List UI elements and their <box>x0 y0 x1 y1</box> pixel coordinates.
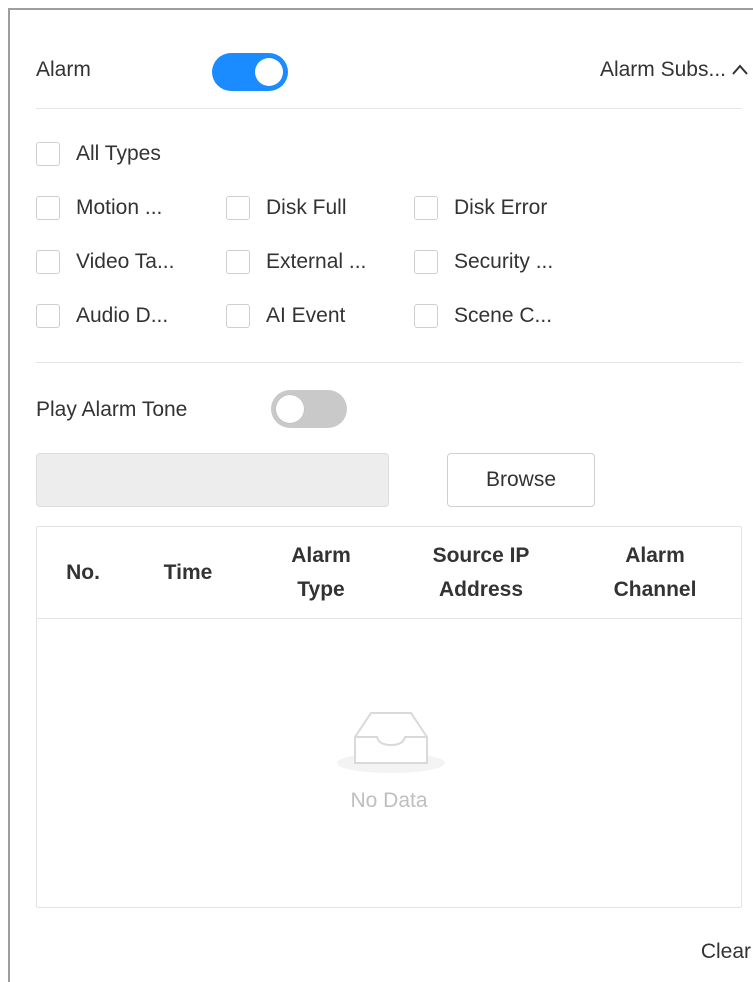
checkbox-box[interactable] <box>36 196 60 220</box>
play-alarm-tone-label: Play Alarm Tone <box>36 398 188 421</box>
alarm-label: Alarm <box>36 58 91 81</box>
checkbox-disk-full[interactable]: Disk Full <box>226 193 414 223</box>
table-header: No. Time Alarm Type Source IP Address Al… <box>37 527 741 619</box>
column-header-source-ip: Source IP Address <box>395 527 567 619</box>
checkbox-audio-detection[interactable]: Audio D... <box>36 301 226 331</box>
browse-button[interactable]: Browse <box>447 453 595 507</box>
checkbox-label: Motion ... <box>76 196 163 219</box>
checkbox-box[interactable] <box>414 250 438 274</box>
column-header-alarm-type: Alarm Type <box>247 527 395 619</box>
checkbox-label: Disk Full <box>266 196 347 219</box>
checkbox-motion-detection[interactable]: Motion ... <box>36 193 226 223</box>
checkbox-box[interactable] <box>414 304 438 328</box>
column-header-text: Time <box>163 561 213 584</box>
alarm-tone-file-field[interactable] <box>36 453 389 507</box>
checkbox-label: External ... <box>266 250 367 273</box>
checkbox-label: Scene C... <box>454 304 553 327</box>
checkbox-row-all: All Types <box>36 139 161 169</box>
checkbox-box[interactable] <box>414 196 438 220</box>
column-header-text: Source IP <box>432 544 530 567</box>
chevron-up-icon <box>732 64 748 75</box>
checkbox-row: Video Ta... External ... Security ... <box>36 247 614 277</box>
toggle-knob <box>276 395 304 423</box>
checkbox-ai-event[interactable]: AI Event <box>226 301 414 331</box>
checkbox-box[interactable] <box>36 142 60 166</box>
clear-button[interactable]: Clear <box>701 940 751 964</box>
column-header-alarm-channel: Alarm Channel <box>567 527 743 619</box>
empty-state-text: No Data <box>350 789 428 812</box>
alarm-header-row: Alarm Alarm Subs... <box>36 48 748 94</box>
checkbox-row: Motion ... Disk Full Disk Error <box>36 193 614 223</box>
alarm-subscription-collapse[interactable]: Alarm Subs... <box>600 58 750 82</box>
checkbox-disk-error[interactable]: Disk Error <box>414 193 614 223</box>
checkbox-row: Audio D... AI Event Scene C... <box>36 301 614 331</box>
alarm-panel: Alarm Alarm Subs... All Types Motion ...… <box>10 10 753 982</box>
checkbox-video-tampering[interactable]: Video Ta... <box>36 247 226 277</box>
checkbox-box[interactable] <box>36 250 60 274</box>
column-header-time: Time <box>129 527 247 619</box>
checkbox-box[interactable] <box>226 250 250 274</box>
toggle-knob <box>255 58 283 86</box>
column-header-text: Alarm <box>625 544 685 567</box>
alarm-subscription-label: Alarm Subs... <box>599 58 726 81</box>
checkbox-label: AI Event <box>266 304 346 327</box>
checkbox-box[interactable] <box>226 196 250 220</box>
column-header-text: Alarm <box>291 544 351 567</box>
checkbox-all-types[interactable]: All Types <box>36 139 161 169</box>
divider <box>36 362 742 363</box>
checkbox-scene-change[interactable]: Scene C... <box>414 301 614 331</box>
checkbox-box[interactable] <box>226 304 250 328</box>
alarm-table: No. Time Alarm Type Source IP Address Al… <box>36 526 742 908</box>
column-header-text: Channel <box>613 578 697 601</box>
column-header-no: No. <box>37 527 129 619</box>
checkbox-label: Video Ta... <box>76 250 175 273</box>
empty-inbox-icon <box>337 712 445 773</box>
divider <box>36 108 742 109</box>
alarm-toggle[interactable] <box>212 53 288 91</box>
checkbox-label: Disk Error <box>454 196 548 219</box>
checkbox-external-alarm[interactable]: External ... <box>226 247 414 277</box>
column-header-text: No. <box>66 561 100 584</box>
checkbox-security-exception[interactable]: Security ... <box>414 247 614 277</box>
play-alarm-tone-row: Play Alarm Tone <box>36 390 436 434</box>
checkbox-label: Audio D... <box>76 304 169 327</box>
checkbox-label: All Types <box>76 142 161 165</box>
column-header-text: Address <box>438 578 524 601</box>
checkbox-box[interactable] <box>36 304 60 328</box>
checkbox-label: Security ... <box>454 250 554 273</box>
play-alarm-tone-toggle[interactable] <box>271 390 347 428</box>
column-header-text: Type <box>297 578 345 601</box>
